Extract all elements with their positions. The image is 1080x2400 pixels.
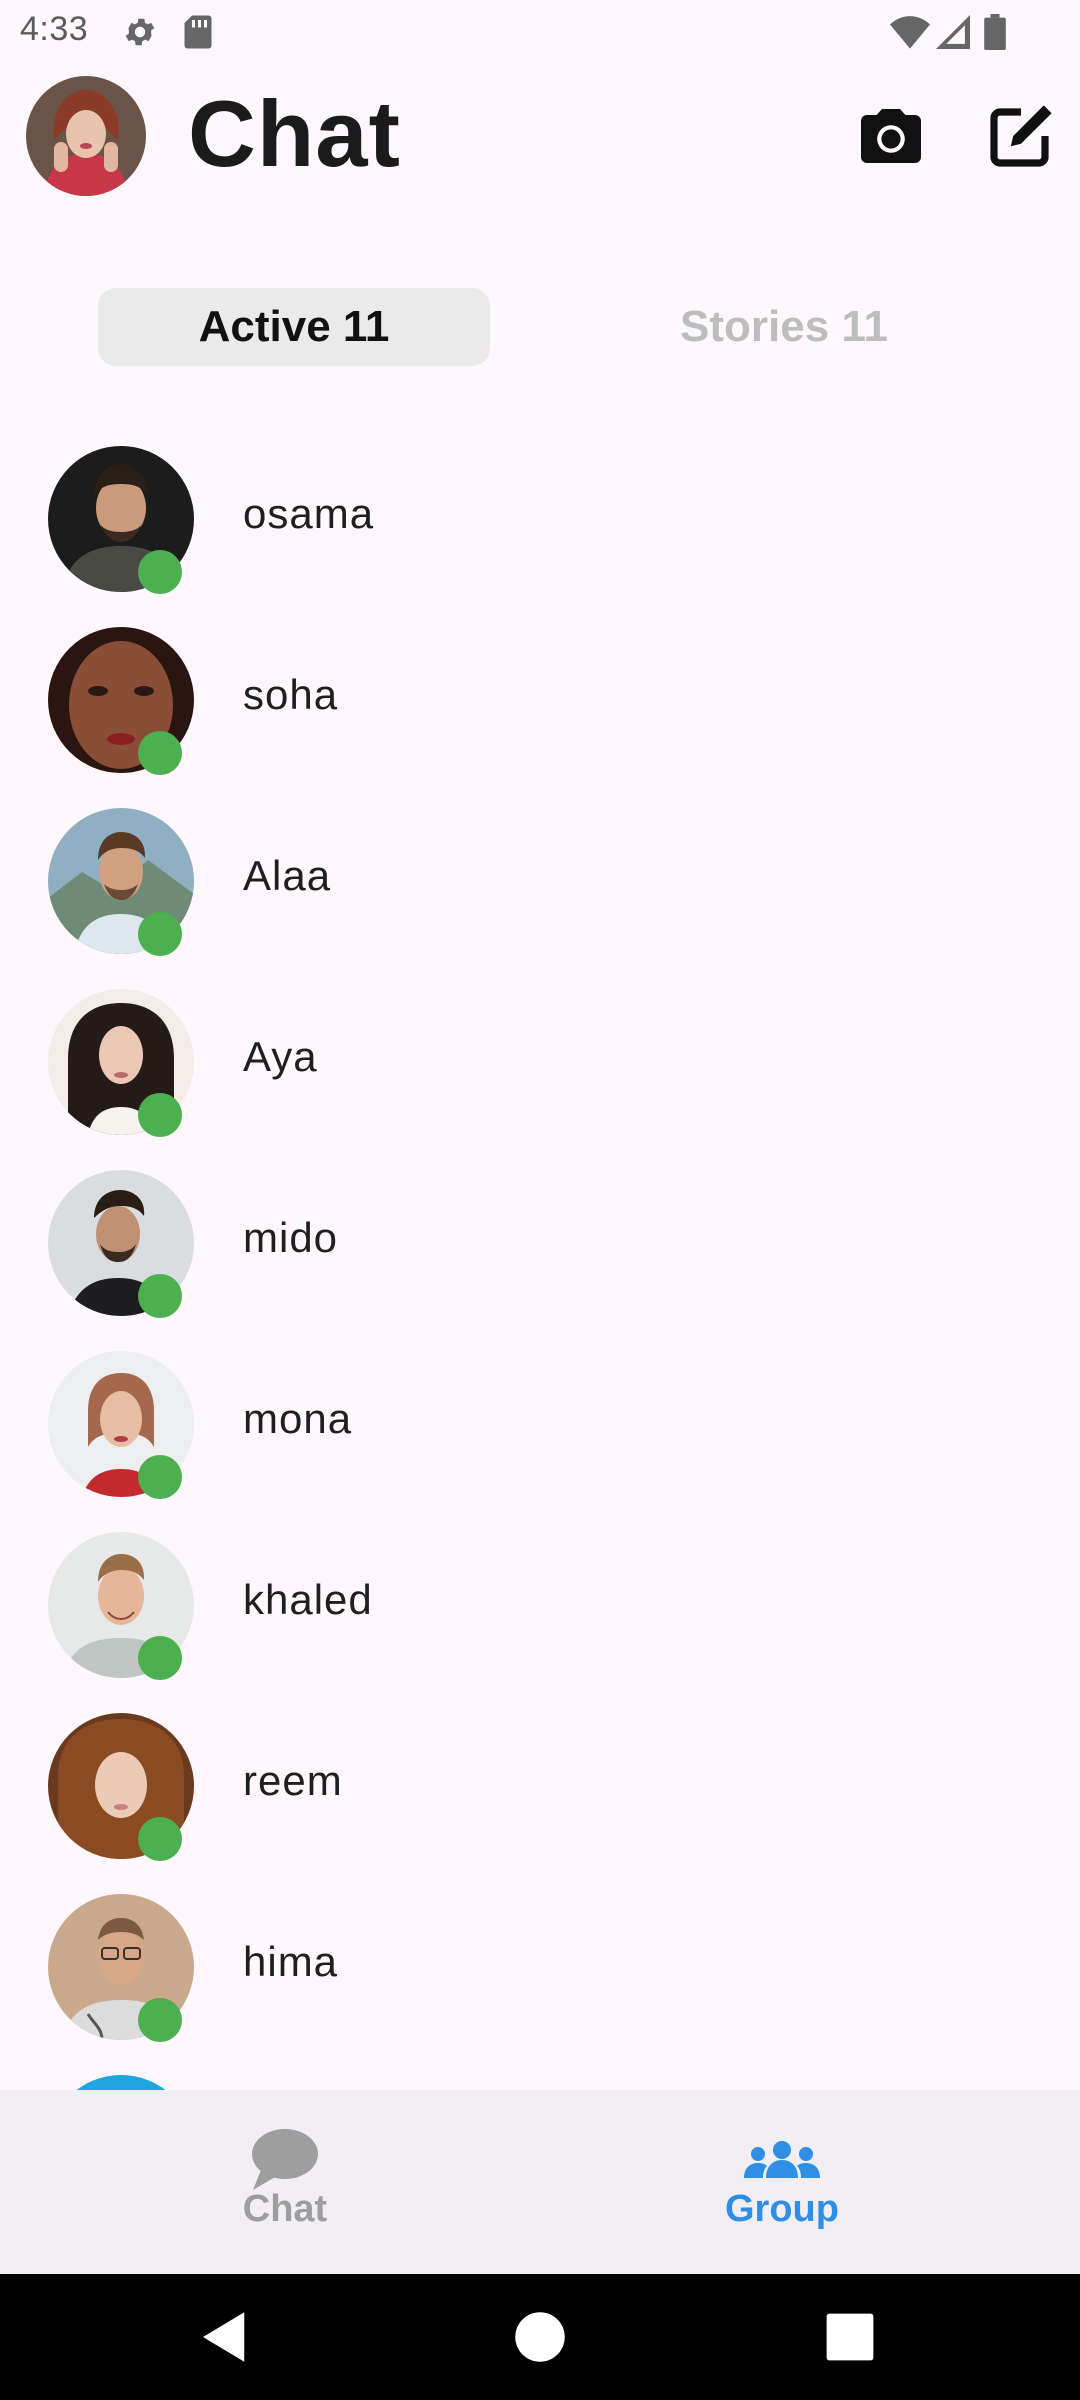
online-status-indicator xyxy=(138,1455,182,1499)
chat-bubble-icon xyxy=(235,2126,335,2196)
camera-button[interactable] xyxy=(855,100,927,172)
contact-name: reem xyxy=(243,1757,343,1804)
nav-chat[interactable]: Chat xyxy=(135,2090,435,2274)
home-button[interactable] xyxy=(507,2304,573,2370)
online-status-indicator xyxy=(138,1093,182,1137)
settings-gear-icon xyxy=(122,14,158,55)
contact-row[interactable]: reem xyxy=(0,1707,1080,1888)
page-title: Chat xyxy=(188,81,401,186)
group-people-icon xyxy=(732,2126,832,2196)
contact-row[interactable]: khaled xyxy=(0,1526,1080,1707)
online-status-indicator xyxy=(138,1274,182,1318)
avatar xyxy=(48,2075,194,2090)
profile-avatar[interactable] xyxy=(26,76,146,196)
contact-row[interactable]: hima xyxy=(0,1888,1080,2069)
contact-name: Aya xyxy=(243,1033,318,1080)
app-header: Chat xyxy=(0,62,1080,212)
back-triangle-icon xyxy=(192,2312,258,2374)
recents-button[interactable] xyxy=(817,2304,883,2370)
contact-name: khaled xyxy=(243,1576,373,1623)
status-time: 4:33 xyxy=(20,10,89,48)
segment-tabs: Active 11 Stories 11 xyxy=(0,288,1080,368)
online-status-indicator xyxy=(138,1636,182,1680)
contact-row[interactable] xyxy=(0,2069,1080,2090)
contact-name: mido xyxy=(243,1214,339,1261)
contact-row[interactable]: Alaa xyxy=(0,802,1080,983)
contact-name: osama xyxy=(243,490,375,537)
nav-group[interactable]: Group xyxy=(632,2090,932,2274)
wifi-icon xyxy=(890,14,930,55)
system-navigation-bar xyxy=(0,2274,1080,2400)
contact-name: soha xyxy=(243,671,339,718)
contact-name: mona xyxy=(243,1395,353,1442)
contact-name: Alaa xyxy=(243,852,332,899)
online-status-indicator xyxy=(138,1998,182,2042)
battery-icon xyxy=(984,14,1006,55)
camera-icon xyxy=(855,109,927,176)
nav-chat-label: Chat xyxy=(242,2188,328,2230)
compose-button[interactable] xyxy=(985,100,1057,172)
active-contact-list[interactable]: osama soha Alaa Aya mido mona khaled ree… xyxy=(0,440,1080,2090)
sd-card-icon xyxy=(182,14,214,55)
edit-compose-icon xyxy=(985,105,1057,176)
recents-square-icon xyxy=(817,2313,883,2374)
tab-active[interactable]: Active 11 xyxy=(98,288,490,366)
contact-row[interactable]: Aya xyxy=(0,983,1080,1164)
contact-name: hima xyxy=(243,1938,339,1985)
home-circle-icon xyxy=(507,2312,573,2374)
bottom-navigation: Chat Group xyxy=(0,2090,1080,2274)
back-button[interactable] xyxy=(192,2304,258,2370)
tab-stories[interactable]: Stories 11 xyxy=(588,288,980,366)
status-bar: 4:33 xyxy=(0,0,1080,62)
nav-group-label: Group xyxy=(725,2188,839,2230)
cell-signal-icon xyxy=(936,14,970,55)
contact-row[interactable]: osama xyxy=(0,440,1080,621)
online-status-indicator xyxy=(138,912,182,956)
contact-row[interactable]: mona xyxy=(0,1345,1080,1526)
online-status-indicator xyxy=(138,731,182,775)
online-status-indicator xyxy=(138,1817,182,1861)
contact-row[interactable]: mido xyxy=(0,1164,1080,1345)
contact-row[interactable]: soha xyxy=(0,621,1080,802)
online-status-indicator xyxy=(138,550,182,594)
